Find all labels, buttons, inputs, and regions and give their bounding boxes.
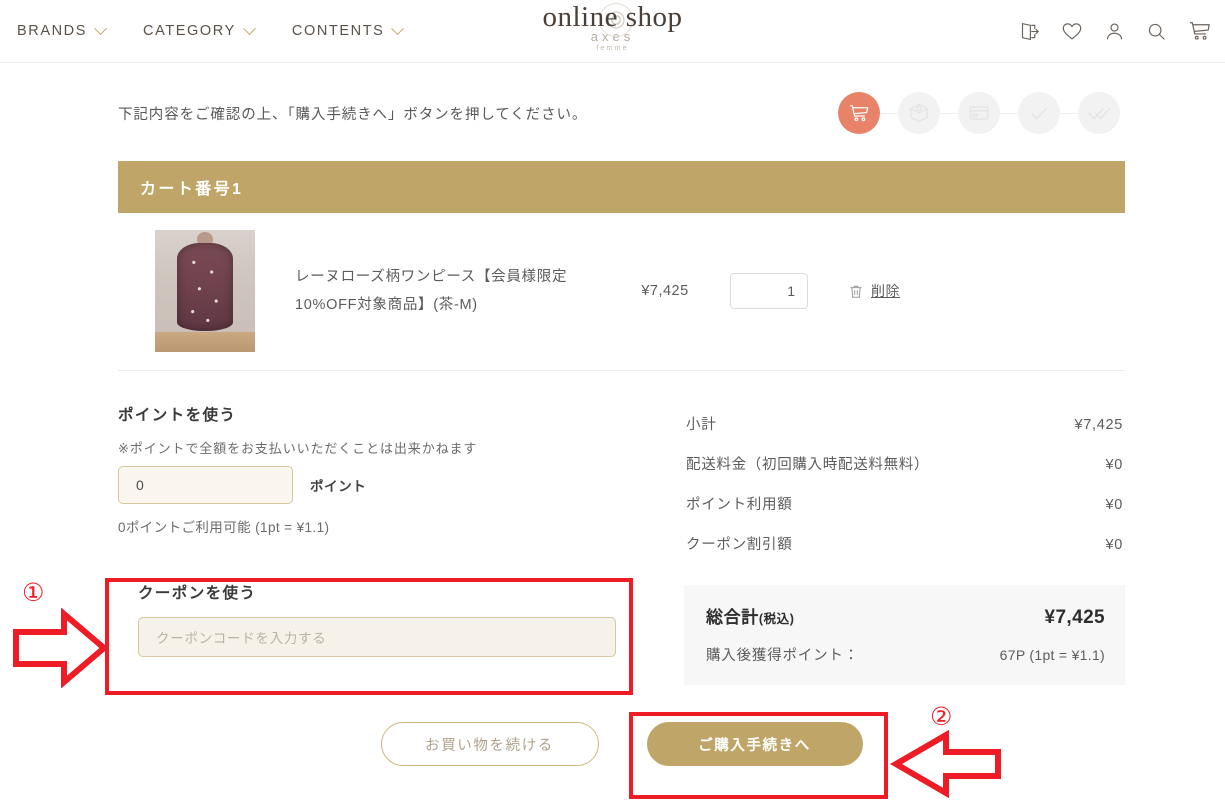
cart-step-icon (850, 104, 869, 121)
points-section: ポイントを使う ※ポイントで全額をお支払いいただくことは出来かねます 0 ポイン… (118, 403, 636, 536)
chevron-down-icon (391, 21, 405, 35)
summary-row-coupon-discount: クーポン割引額 ¥0 (684, 523, 1125, 563)
intro-row: 下記内容をご確認の上、「購入手続きへ」ボタンを押してください。 (0, 63, 1225, 138)
nav-item-brands[interactable]: BRANDS (17, 21, 107, 39)
step-connector (940, 112, 958, 114)
delete-item-button[interactable]: 削除 (848, 281, 900, 301)
product-name[interactable]: レーヌローズ柄ワンピース【会員様限定10%OFF対象商品】(茶-M) (255, 263, 600, 320)
summary-value: ¥7,425 (1074, 417, 1123, 433)
earned-points-value: 67P (1pt = ¥1.1) (999, 647, 1105, 663)
intro-text: 下記内容をご確認の上、「購入手続きへ」ボタンを押してください。 (118, 106, 588, 123)
summary-value: ¥0 (1105, 537, 1123, 553)
logo-main-text: online shop (542, 1, 683, 33)
cart-lower-section: ポイントを使う ※ポイントで全額をお支払いいただくことは出来かねます 0 ポイン… (0, 403, 1225, 685)
coupon-section: クーポンを使う クーポンコードを入力する (118, 563, 636, 679)
product-thumbnail[interactable] (155, 230, 255, 352)
table-row: レーヌローズ柄ワンピース【会員様限定10%OFF対象商品】(茶-M) ¥7,42… (118, 213, 1125, 371)
points-title: ポイントを使う (118, 407, 237, 424)
payment-step (958, 92, 1000, 134)
step-connector (880, 112, 898, 114)
grand-total-row: 総合計(税込) ¥7,425 (706, 603, 1105, 629)
grand-total-value: ¥7,425 (1044, 607, 1105, 628)
points-input-value: 0 (136, 477, 144, 493)
earned-points-label: 購入後獲得ポイント： (706, 648, 859, 664)
summary-label: ポイント利用額 (686, 497, 793, 513)
nav-item-contents[interactable]: CONTENTS (291, 21, 405, 39)
cart-section: カート番号1 レーヌローズ柄ワンピース【会員様限定10%OFF対象商品】(茶-M… (0, 161, 1225, 371)
double-check-step-icon (1088, 107, 1111, 120)
product-price: ¥7,425 (641, 283, 689, 299)
step-connector (1060, 112, 1078, 114)
points-input-row: 0 ポイント (118, 466, 636, 504)
package-step-icon (909, 103, 929, 123)
points-unit-label: ポイント (310, 479, 367, 494)
points-note: ※ポイントで全額をお支払いいただくことは出来かねます (118, 441, 478, 456)
heart-icon[interactable] (1061, 20, 1083, 42)
check-step-icon (1031, 107, 1047, 120)
grand-total-label: 総合計(税込) (706, 603, 795, 628)
nav-label-contents: CONTENTS (291, 23, 385, 39)
nav-label-brands: BRANDS (17, 23, 88, 39)
main-navigation: BRANDS CATEGORY CONTENTS (17, 21, 405, 39)
cart-step (838, 92, 880, 134)
summary-row-shipping: 配送料金（初回購入時配送料無料） ¥0 (684, 443, 1125, 483)
quantity-input[interactable]: 1 (730, 273, 808, 309)
summary-value: ¥0 (1105, 497, 1123, 513)
coupon-placeholder: クーポンコードを入力する (156, 631, 327, 646)
grand-total-label-tax: (税込) (758, 612, 795, 626)
site-header: BRANDS CATEGORY CONTENTS online shop axe… (0, 0, 1225, 63)
thumbnail-floor (155, 332, 255, 352)
header-icon-group (1019, 20, 1211, 42)
step-connector (1000, 112, 1018, 114)
discount-column: ポイントを使う ※ポイントで全額をお支払いいただくことは出来かねます 0 ポイン… (118, 403, 636, 685)
account-icon[interactable] (1104, 21, 1125, 42)
confirm-step (1018, 92, 1060, 134)
credit-card-step-icon (969, 106, 989, 120)
thumbnail-dress (177, 243, 233, 332)
summary-label: 配送料金（初回購入時配送料無料） (686, 457, 930, 473)
order-summary: 小計 ¥7,425 配送料金（初回購入時配送料無料） ¥0 ポイント利用額 ¥0… (636, 403, 1125, 685)
trash-icon (850, 285, 862, 298)
checkout-progress-steps (838, 92, 1120, 134)
search-icon[interactable] (1146, 21, 1167, 42)
points-input[interactable]: 0 (118, 466, 293, 504)
checkout-button[interactable]: ご購入手続きへ (646, 722, 863, 766)
nav-label-category: CATEGORY (143, 23, 236, 39)
cart-number-title: カート番号1 (118, 161, 1125, 213)
continue-shopping-button[interactable]: お買い物を続ける (380, 722, 599, 766)
chevron-down-icon (243, 21, 256, 35)
summary-label: 小計 (686, 417, 717, 433)
grand-total-box: 総合計(税込) ¥7,425 購入後獲得ポイント： 67P (1pt = ¥1.… (684, 585, 1125, 685)
earned-points-row: 購入後獲得ポイント： 67P (1pt = ¥1.1) (706, 644, 1105, 665)
delivery-step (898, 92, 940, 134)
logout-icon[interactable] (1019, 21, 1040, 42)
cart-page: 下記内容をご確認の上、「購入手続きへ」ボタンを押してください。 カート番号1 レ… (0, 63, 1225, 766)
action-button-bar: お買い物を続ける ご購入手続きへ (0, 722, 1225, 766)
summary-label: クーポン割引額 (686, 537, 793, 553)
coupon-code-input[interactable]: クーポンコードを入力する (138, 617, 616, 657)
delete-label: 削除 (871, 283, 900, 299)
logo-brand-sub-text: femme (596, 43, 629, 52)
site-logo[interactable]: online shop axes femme (498, 1, 728, 53)
quantity-value: 1 (787, 283, 795, 299)
points-available-text: 0ポイントご利用可能 (1pt = ¥1.1) (118, 520, 330, 535)
grand-total-label-main: 総合計 (706, 608, 759, 627)
nav-item-category[interactable]: CATEGORY (143, 21, 256, 39)
coupon-title: クーポンを使う (138, 585, 257, 602)
complete-step (1078, 92, 1120, 134)
summary-row-points-used: ポイント利用額 ¥0 (684, 483, 1125, 523)
summary-row-subtotal: 小計 ¥7,425 (684, 403, 1125, 443)
summary-value: ¥0 (1105, 457, 1123, 473)
chevron-down-icon (94, 21, 107, 35)
cart-icon[interactable] (1188, 20, 1211, 42)
